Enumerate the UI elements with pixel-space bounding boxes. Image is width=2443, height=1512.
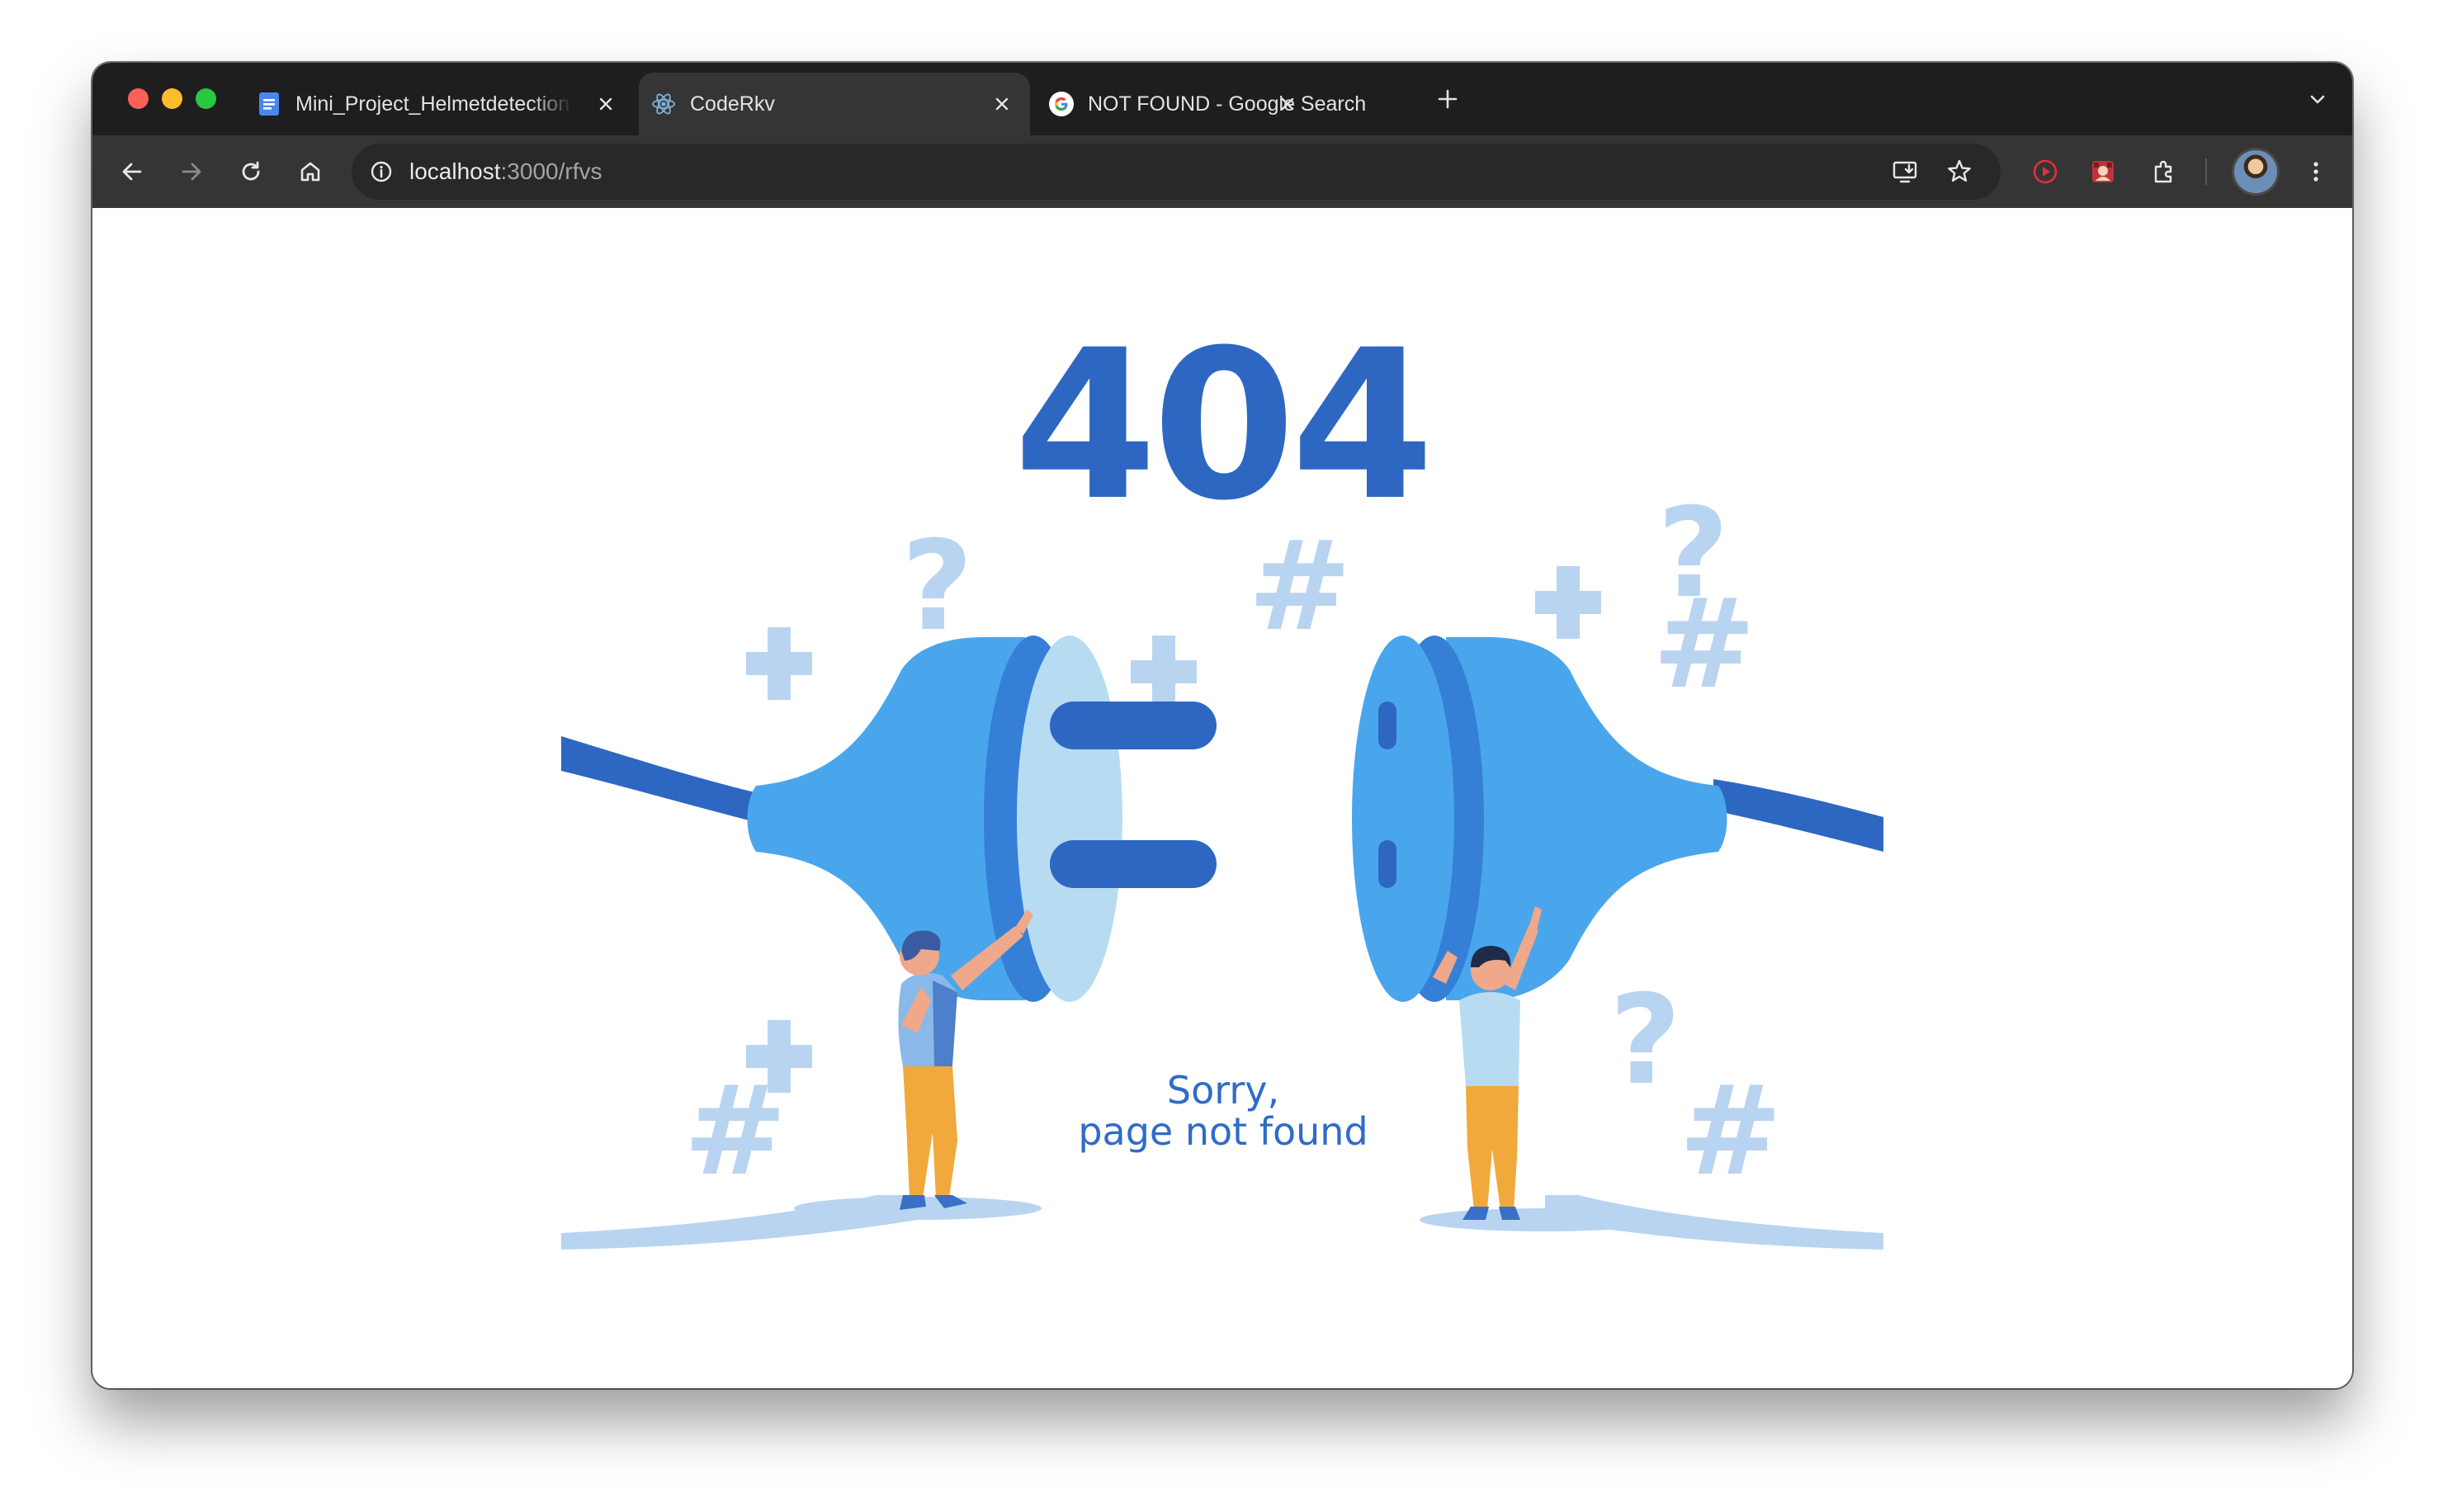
right-person [1433,906,1542,1220]
plug-prong [1050,840,1217,888]
unplugged-illustration: 404 ? ? ? # # # # [561,305,1883,1250]
play-circle-icon [2033,159,2058,184]
extension-image-icon [2092,161,2114,182]
tab-docs[interactable]: Mini_Project_Helmetdetection [244,73,569,135]
url-host: localhost [409,158,501,184]
right-cable [1713,779,1883,852]
browser-toolbar: localhost:3000/rfvs [92,135,2352,208]
close-icon[interactable] [593,91,619,117]
site-info-icon[interactable] [365,155,398,188]
question-mark-symbol: ? [901,515,973,659]
url-path: :3000/rfvs [500,158,602,184]
tab-title: Mini_Project_Helmetdetection [295,92,570,116]
profile-avatar[interactable] [2234,150,2277,193]
question-mark-symbol: ? [1609,969,1681,1113]
home-icon [300,162,320,182]
minimize-window-button[interactable] [162,88,182,109]
page-content: 404 ? ? ? # # # # Sorry, page not found [92,208,2352,1388]
toolbar-separator [2205,158,2207,185]
home-button[interactable] [289,150,332,193]
close-icon[interactable] [1274,91,1301,117]
star-icon [1948,159,1971,182]
new-tab-button[interactable] [1431,83,1464,116]
plug-prong [1050,702,1217,749]
hash-symbol: # [1248,515,1352,659]
tab-coderkv[interactable]: CodeRkv [639,73,1030,135]
hash-symbol: # [1679,1060,1783,1203]
browser-window: Mini_Project_Helmetdetection CodeRkv NOT… [92,63,2352,1388]
back-button[interactable] [111,150,154,193]
arrow-left-icon [122,163,142,181]
page-not-found-line: page not found [1078,1109,1368,1154]
close-icon[interactable] [989,91,1015,117]
socket-hole [1378,702,1396,749]
socket-hole [1378,840,1396,888]
chevron-down-icon [2310,95,2325,104]
extensions-button[interactable] [2143,150,2185,193]
puzzle-icon [2154,160,2172,183]
sorry-line: Sorry, [1166,1068,1280,1113]
reload-button[interactable] [229,150,272,193]
google-docs-icon [256,91,282,117]
forward-button[interactable] [170,150,213,193]
tab-title: CodeRkv [690,92,775,116]
bookmark-button[interactable] [1938,150,1981,193]
tab-title: NOT FOUND - Google Search [1088,92,1367,116]
google-icon [1048,91,1075,117]
socket-face [1352,636,1454,1002]
tab-search-button[interactable] [2301,83,2334,116]
hash-symbol: # [1652,573,1756,716]
url-text[interactable]: localhost:3000/rfvs [409,144,602,200]
react-icon [650,91,677,117]
address-bar[interactable]: localhost:3000/rfvs [352,144,2001,200]
reload-icon [242,161,260,181]
more-vertical-icon [2313,162,2318,182]
tab-google-search[interactable]: NOT FOUND - Google Search [1037,73,1428,135]
left-plug-face [1017,636,1122,1002]
left-cable [561,736,769,824]
maximize-window-button[interactable] [196,88,216,109]
extension-image-button[interactable] [2082,150,2124,193]
menu-button[interactable] [2294,150,2337,193]
plus-icon [1438,89,1458,109]
close-window-button[interactable] [128,88,149,109]
extension-media-button[interactable] [2024,150,2067,193]
install-app-button[interactable] [1883,150,1926,193]
tab-docs-close[interactable] [581,73,631,135]
tab-strip: Mini_Project_Helmetdetection CodeRkv NOT… [92,63,2352,135]
install-icon [1892,161,1917,183]
error-code: 404 [1014,305,1429,546]
arrow-right-icon [182,163,201,181]
